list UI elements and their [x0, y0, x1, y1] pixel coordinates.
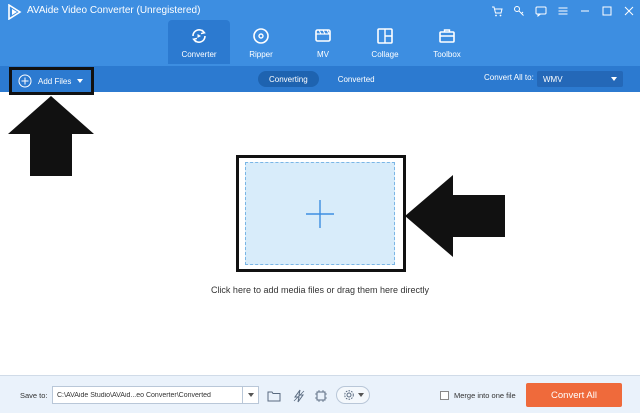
gpu-acceleration-button[interactable]	[312, 387, 330, 405]
save-path-value: C:\AVAide Studio\AVAid...eo Converter\Co…	[57, 391, 211, 399]
open-folder-button[interactable]	[265, 387, 283, 405]
ripper-icon	[253, 27, 269, 44]
tab-converted[interactable]: Converted	[327, 71, 386, 87]
nav-mv[interactable]: MV	[292, 20, 354, 64]
output-format-value: WMV	[543, 74, 563, 84]
media-drop-zone[interactable]	[245, 162, 395, 265]
merge-label: Merge into one file	[454, 391, 516, 400]
chevron-down-icon	[357, 393, 364, 397]
nav-collage-label: Collage	[371, 49, 399, 59]
nav-converter-label: Converter	[181, 49, 217, 59]
nav-ripper[interactable]: Ripper	[230, 20, 292, 64]
nav-toolbox-label: Toolbox	[433, 49, 461, 59]
chat-icon[interactable]	[530, 0, 552, 22]
convert-all-to-label: Convert All to:	[484, 73, 534, 82]
merge-checkbox[interactable]	[440, 391, 449, 400]
gear-icon	[343, 390, 354, 400]
title-bar: AVAide Video Converter (Unregistered) Co…	[0, 0, 640, 66]
folder-icon	[267, 391, 281, 402]
converter-icon	[192, 28, 206, 43]
nav-converter[interactable]: Converter	[168, 20, 230, 64]
output-settings-button[interactable]	[336, 386, 370, 404]
toolbox-icon	[439, 28, 455, 43]
toolbar: Add Files Converting Converted Convert A…	[0, 66, 640, 95]
up-arrow-annotation	[8, 96, 94, 181]
save-path-field[interactable]: C:\AVAide Studio\AVAid...eo Converter\Co…	[52, 386, 259, 404]
app-title: AVAide Video Converter (Unregistered)	[27, 5, 201, 16]
gpu-icon	[315, 390, 327, 402]
hardware-acceleration-button[interactable]	[290, 387, 308, 405]
status-tabs: Converting Converted	[258, 71, 394, 87]
main-nav: Converter Ripper MV Collage Toolbox	[168, 20, 478, 66]
nav-mv-label: MV	[317, 49, 329, 59]
output-format-select[interactable]: WMV	[537, 71, 623, 87]
save-to-label: Save to:	[20, 391, 48, 400]
chevron-down-icon[interactable]	[77, 79, 84, 83]
lightning-off-icon	[293, 389, 305, 403]
key-icon[interactable]	[508, 0, 530, 22]
maximize-icon[interactable]	[596, 0, 618, 22]
drop-hint-text: Click here to add media files or drag th…	[210, 285, 430, 295]
minimize-icon[interactable]	[574, 0, 596, 22]
convert-all-button[interactable]: Convert All	[526, 383, 622, 407]
nav-toolbox[interactable]: Toolbox	[416, 20, 478, 64]
close-icon[interactable]	[618, 0, 640, 22]
app-logo-icon	[6, 3, 22, 21]
bottom-bar: Save to: C:\AVAide Studio\AVAid...eo Con…	[0, 375, 640, 413]
menu-icon[interactable]	[552, 0, 574, 22]
add-files-label: Add Files	[38, 76, 72, 86]
collage-icon	[377, 27, 393, 44]
tab-converting[interactable]: Converting	[258, 71, 319, 87]
chevron-down-icon	[247, 393, 254, 397]
add-files-button[interactable]: Add Files	[9, 67, 94, 95]
chevron-down-icon	[611, 77, 617, 81]
save-path-dropdown[interactable]	[242, 387, 258, 403]
mv-icon	[315, 28, 331, 42]
plus-icon	[306, 199, 334, 228]
cart-icon[interactable]	[486, 0, 508, 22]
window-controls	[486, 0, 640, 22]
nav-collage[interactable]: Collage	[354, 20, 416, 64]
left-arrow-annotation	[405, 175, 505, 262]
add-circle-icon	[18, 74, 32, 88]
nav-ripper-label: Ripper	[249, 49, 273, 59]
